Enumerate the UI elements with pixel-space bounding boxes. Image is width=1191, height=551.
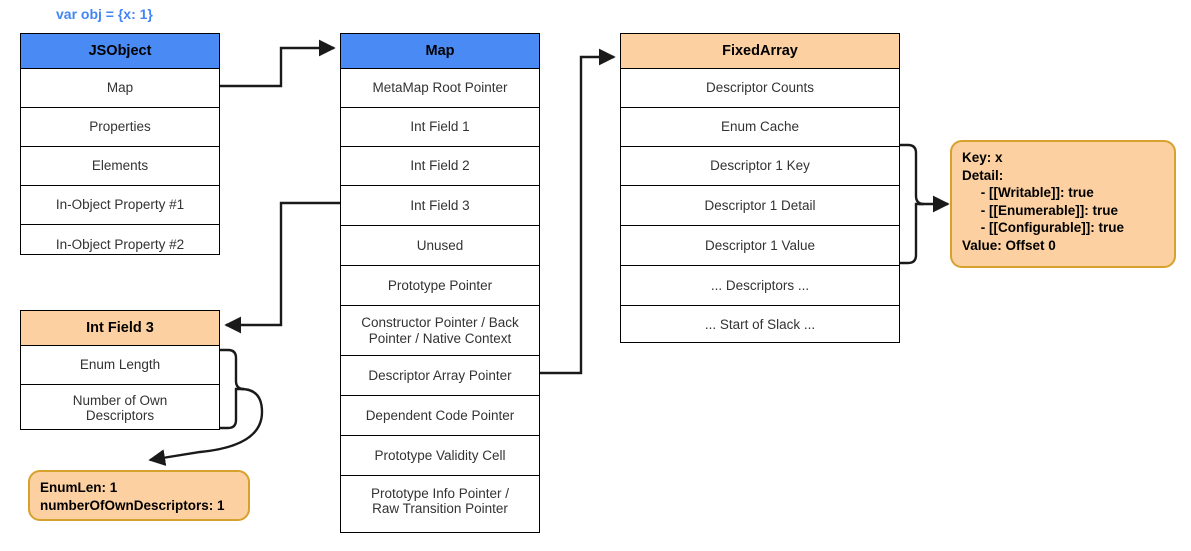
struct-fixedarray: FixedArray Descriptor Counts Enum Cache … bbox=[620, 33, 900, 343]
struct-int-field-3: Int Field 3 Enum Length Number of Own De… bbox=[20, 310, 220, 430]
jsobject-row-map: Map bbox=[21, 69, 219, 108]
struct-jsobject: JSObject Map Properties Elements In-Obje… bbox=[20, 33, 220, 255]
fixedarray-header: FixedArray bbox=[621, 34, 899, 69]
intfield3-row-enum-length: Enum Length bbox=[21, 346, 219, 385]
struct-map: Map MetaMap Root Pointer Int Field 1 Int… bbox=[340, 33, 540, 533]
connector-map-intfield3-to-detail bbox=[224, 201, 340, 334]
bracket-intfield3-rows bbox=[220, 348, 245, 430]
map-row-prototype-validity-cell: Prototype Validity Cell bbox=[341, 436, 539, 476]
intfield3-row-number-of-own-descriptors: Number of Own Descriptors bbox=[72, 392, 168, 423]
fixedarray-row-start-of-slack: ... Start of Slack ... bbox=[704, 317, 816, 333]
fixedarray-row-descriptor-1-value: Descriptor 1 Value bbox=[621, 226, 899, 266]
fixedarray-row-descriptor-1-detail: Descriptor 1 Detail bbox=[621, 186, 899, 226]
note-enum-length: EnumLen: 1 numberOfOwnDescriptors: 1 bbox=[28, 470, 250, 521]
map-row-prototype-pointer: Prototype Pointer bbox=[341, 266, 539, 306]
connector-map-descriptorarray-to-fixedarray bbox=[540, 48, 616, 375]
map-row-int-field-1: Int Field 1 bbox=[341, 108, 539, 147]
fixedarray-row-descriptor-1-key: Descriptor 1 Key bbox=[621, 147, 899, 186]
map-row-unused: Unused bbox=[341, 226, 539, 266]
jsobject-row-inobject-property-1: In-Object Property #1 bbox=[21, 186, 219, 225]
connector-jsobject-map-to-map bbox=[220, 39, 336, 88]
note-descriptor-detail: Key: x Detail: - [[Writable]]: true - [[… bbox=[950, 140, 1176, 268]
jsobject-row-inobject-property-2: In-Object Property #2 bbox=[55, 237, 185, 253]
map-row-descriptor-array-pointer: Descriptor Array Pointer bbox=[341, 356, 539, 396]
map-row-int-field-3: Int Field 3 bbox=[341, 186, 539, 226]
fixedarray-row-descriptors-ellipsis: ... Descriptors ... bbox=[621, 266, 899, 306]
bracket-descriptor-rows bbox=[900, 143, 925, 265]
intfield3-header: Int Field 3 bbox=[21, 311, 219, 346]
jsobject-row-properties: Properties bbox=[21, 108, 219, 147]
map-row-prototype-info-pointer: Prototype Info Pointer / Raw Transition … bbox=[370, 485, 510, 516]
map-row-dependent-code-pointer: Dependent Code Pointer bbox=[341, 396, 539, 436]
map-header: Map bbox=[341, 34, 539, 69]
map-row-metamap-root-pointer: MetaMap Root Pointer bbox=[341, 69, 539, 108]
jsobject-header: JSObject bbox=[21, 34, 219, 69]
fixedarray-row-enum-cache: Enum Cache bbox=[621, 108, 899, 147]
map-row-int-field-2: Int Field 2 bbox=[341, 147, 539, 186]
jsobject-row-elements: Elements bbox=[21, 147, 219, 186]
map-row-constructor-pointer: Constructor Pointer / Back Pointer / Nat… bbox=[341, 306, 539, 356]
fixedarray-row-descriptor-counts: Descriptor Counts bbox=[621, 69, 899, 108]
diagram-canvas: var obj = {x: 1} JSObject Map Properties… bbox=[0, 0, 1191, 551]
page-title: var obj = {x: 1} bbox=[56, 6, 153, 22]
